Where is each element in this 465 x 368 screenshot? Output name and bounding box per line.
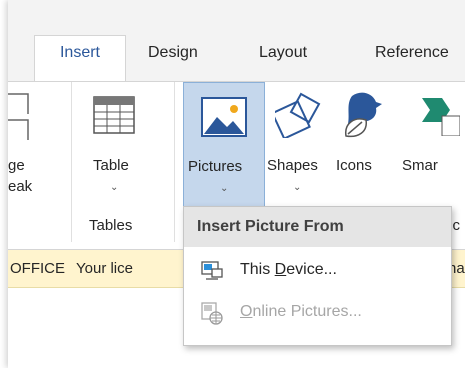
online-pictures-label: Online Pictures... bbox=[240, 303, 362, 320]
table-label: Table bbox=[93, 157, 129, 174]
ribbon-tab-bar: Insert Design Layout Reference bbox=[8, 0, 465, 82]
icons-button[interactable]: Icons bbox=[334, 82, 386, 207]
table-button[interactable]: Table ⌄ bbox=[80, 82, 170, 207]
icons-icon bbox=[345, 92, 382, 138]
pictures-button[interactable]: Pictures ⌄ bbox=[183, 82, 265, 209]
tab-design[interactable]: Design bbox=[148, 36, 198, 70]
menu-item-this-device[interactable]: This Device... bbox=[184, 251, 451, 289]
insert-picture-dropdown: Insert Picture From This Device... Onlin… bbox=[183, 206, 452, 346]
dropdown-header-label: Insert Picture From bbox=[197, 218, 344, 235]
infobar-brand: OFFICE bbox=[10, 260, 65, 277]
group-label-tables: Tables bbox=[89, 217, 133, 234]
table-icon bbox=[93, 96, 135, 134]
tab-references[interactable]: Reference bbox=[375, 36, 449, 70]
page-break-label-line2: eak bbox=[8, 178, 33, 195]
page-break-label-line1: ge bbox=[8, 157, 25, 174]
chevron-down-icon: ⌄ bbox=[110, 182, 119, 193]
word-window: Insert Design Layout Reference ge eak Ta… bbox=[8, 0, 465, 368]
group-separator bbox=[174, 82, 175, 242]
group-separator bbox=[71, 82, 72, 242]
dropdown-header: Insert Picture From bbox=[184, 207, 451, 247]
picture-icon bbox=[201, 97, 247, 137]
shapes-label: Shapes bbox=[267, 157, 318, 174]
pictures-label: Pictures bbox=[188, 158, 243, 175]
chevron-down-icon: ⌄ bbox=[220, 183, 229, 194]
page-break-icon bbox=[8, 93, 29, 140]
chevron-down-icon: ⌄ bbox=[293, 182, 302, 193]
smartart-label: Smar bbox=[402, 157, 438, 174]
smartart-button[interactable]: Smar bbox=[390, 82, 465, 207]
this-device-icon bbox=[201, 261, 223, 280]
page-break-button[interactable]: ge eak bbox=[8, 82, 58, 202]
infobar-message: Your lice bbox=[76, 260, 133, 277]
tab-layout[interactable]: Layout bbox=[259, 36, 307, 70]
smartart-icon bbox=[422, 98, 460, 136]
online-pictures-icon bbox=[201, 302, 223, 325]
shapes-icon bbox=[275, 92, 321, 138]
icons-label: Icons bbox=[336, 157, 372, 174]
this-device-label: This Device... bbox=[240, 261, 337, 278]
menu-item-online-pictures[interactable]: Online Pictures... bbox=[184, 293, 451, 331]
tab-insert[interactable]: Insert bbox=[34, 35, 126, 82]
shapes-button[interactable]: Shapes ⌄ bbox=[267, 82, 333, 207]
